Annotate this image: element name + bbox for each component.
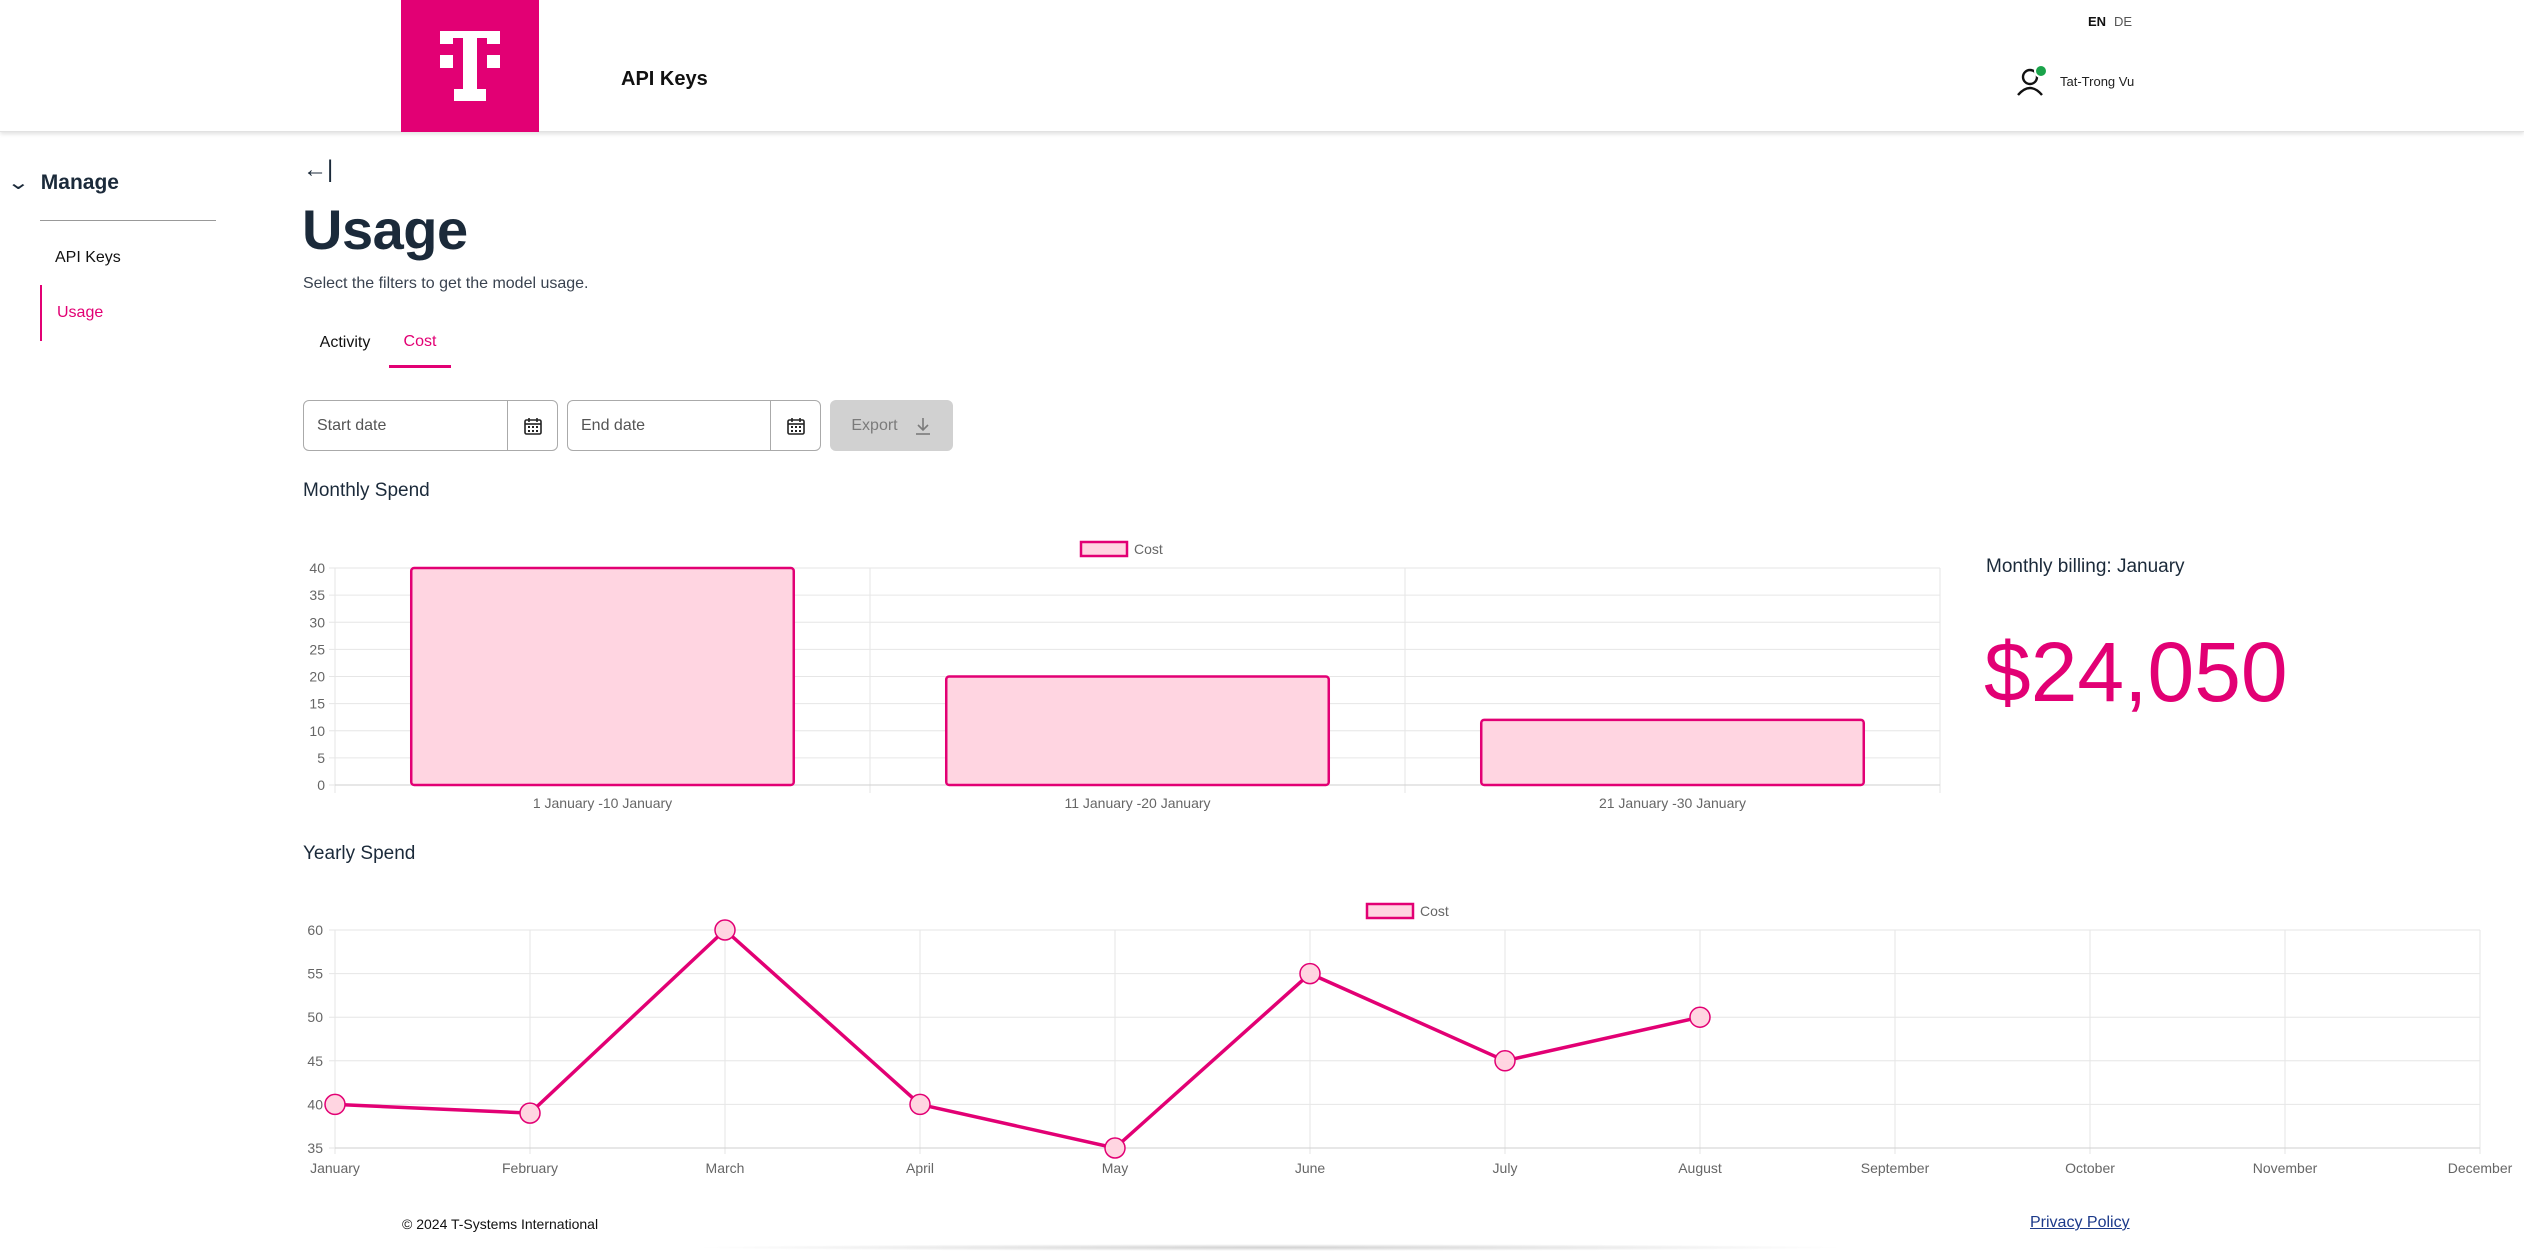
- data-point: [714, 919, 736, 941]
- data-point: [1104, 1137, 1126, 1159]
- data-point: [1494, 1050, 1516, 1072]
- footer-copyright: © 2024 T-Systems International: [402, 1216, 599, 1232]
- x-tick-label: March: [706, 1160, 745, 1176]
- y-tick-label: 35: [307, 1140, 323, 1156]
- y-tick-label: 30: [309, 614, 325, 630]
- privacy-policy-link[interactable]: Privacy Policy: [2030, 1214, 2130, 1232]
- x-tick-label: May: [1102, 1160, 1128, 1176]
- y-tick-label: 50: [307, 1009, 323, 1025]
- y-tick-label: 10: [309, 723, 325, 739]
- legend-label: Cost: [1134, 541, 1163, 557]
- y-tick-label: 0: [317, 777, 325, 793]
- monthly-billing-label: Monthly billing: January: [1986, 556, 2185, 577]
- x-tick-label: October: [2065, 1160, 2115, 1176]
- bar: [1479, 718, 1866, 787]
- bar: [944, 675, 1331, 787]
- x-tick-label: September: [1861, 1160, 1930, 1176]
- x-tick-label: January: [310, 1160, 360, 1176]
- y-tick-label: 60: [307, 922, 323, 938]
- footer-shadow: [690, 1244, 1850, 1251]
- monthly-billing-value: $24,050: [1984, 625, 2288, 719]
- y-tick-label: 55: [307, 966, 323, 982]
- x-tick-label: August: [1678, 1160, 1722, 1176]
- y-tick-label: 15: [309, 696, 325, 712]
- y-tick-label: 20: [309, 669, 325, 685]
- y-tick-label: 5: [317, 750, 325, 766]
- x-tick-label: November: [2253, 1160, 2318, 1176]
- y-tick-label: 25: [309, 641, 325, 657]
- x-tick-label: December: [2448, 1160, 2513, 1176]
- x-tick-label: 11 January -20 January: [1064, 795, 1210, 811]
- y-tick-label: 40: [309, 560, 325, 576]
- legend-swatch: [1365, 902, 1415, 920]
- data-point: [1299, 962, 1321, 985]
- x-tick-label: February: [502, 1160, 558, 1176]
- y-tick-label: 40: [307, 1096, 323, 1112]
- legend-label: Cost: [1420, 903, 1449, 919]
- data-point: [1689, 1006, 1711, 1028]
- x-tick-label: June: [1295, 1160, 1326, 1176]
- data-point: [909, 1093, 931, 1116]
- x-tick-label: July: [1493, 1160, 1518, 1176]
- data-point: [519, 1102, 541, 1124]
- x-tick-label: 21 January -30 January: [1599, 795, 1746, 811]
- y-tick-label: 35: [309, 587, 325, 603]
- x-tick-label: April: [906, 1160, 934, 1176]
- legend-swatch: [1079, 540, 1129, 558]
- y-tick-label: 45: [307, 1053, 323, 1069]
- x-tick-label: 1 January -10 January: [533, 795, 672, 811]
- data-point: [324, 1093, 346, 1116]
- bar: [409, 566, 796, 787]
